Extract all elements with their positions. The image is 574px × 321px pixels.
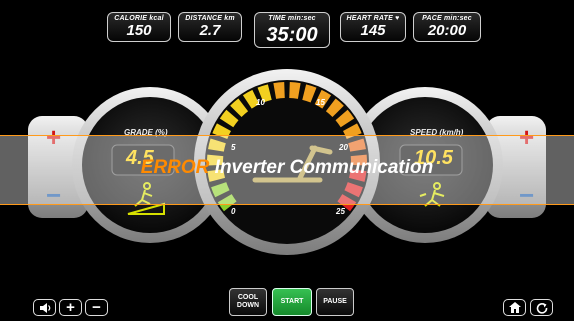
start-button[interactable]: START xyxy=(272,288,312,316)
gauge-tick-15: 15 xyxy=(316,98,325,107)
gauge-tick-25: 25 xyxy=(336,207,345,216)
refresh-icon xyxy=(536,302,547,314)
gauge-tick-10: 10 xyxy=(256,98,265,107)
cooldown-button[interactable]: COOL DOWN xyxy=(229,288,267,316)
speaker-icon xyxy=(39,302,50,313)
home-icon xyxy=(508,302,521,313)
volume-button[interactable] xyxy=(33,299,56,316)
volume-up-button[interactable]: + xyxy=(59,299,82,316)
reset-button[interactable] xyxy=(530,299,553,316)
volume-down-button[interactable]: − xyxy=(85,299,108,316)
minus-icon: − xyxy=(92,299,101,316)
home-button[interactable] xyxy=(503,299,526,316)
gauge-tick-0: 0 xyxy=(231,207,236,216)
pause-button[interactable]: PAUSE xyxy=(316,288,354,316)
error-message: ERROR Inverter Communication xyxy=(0,157,574,179)
error-text: Inverter Communication xyxy=(214,157,434,178)
error-prefix: ERROR xyxy=(140,157,210,178)
plus-icon: + xyxy=(66,299,75,316)
